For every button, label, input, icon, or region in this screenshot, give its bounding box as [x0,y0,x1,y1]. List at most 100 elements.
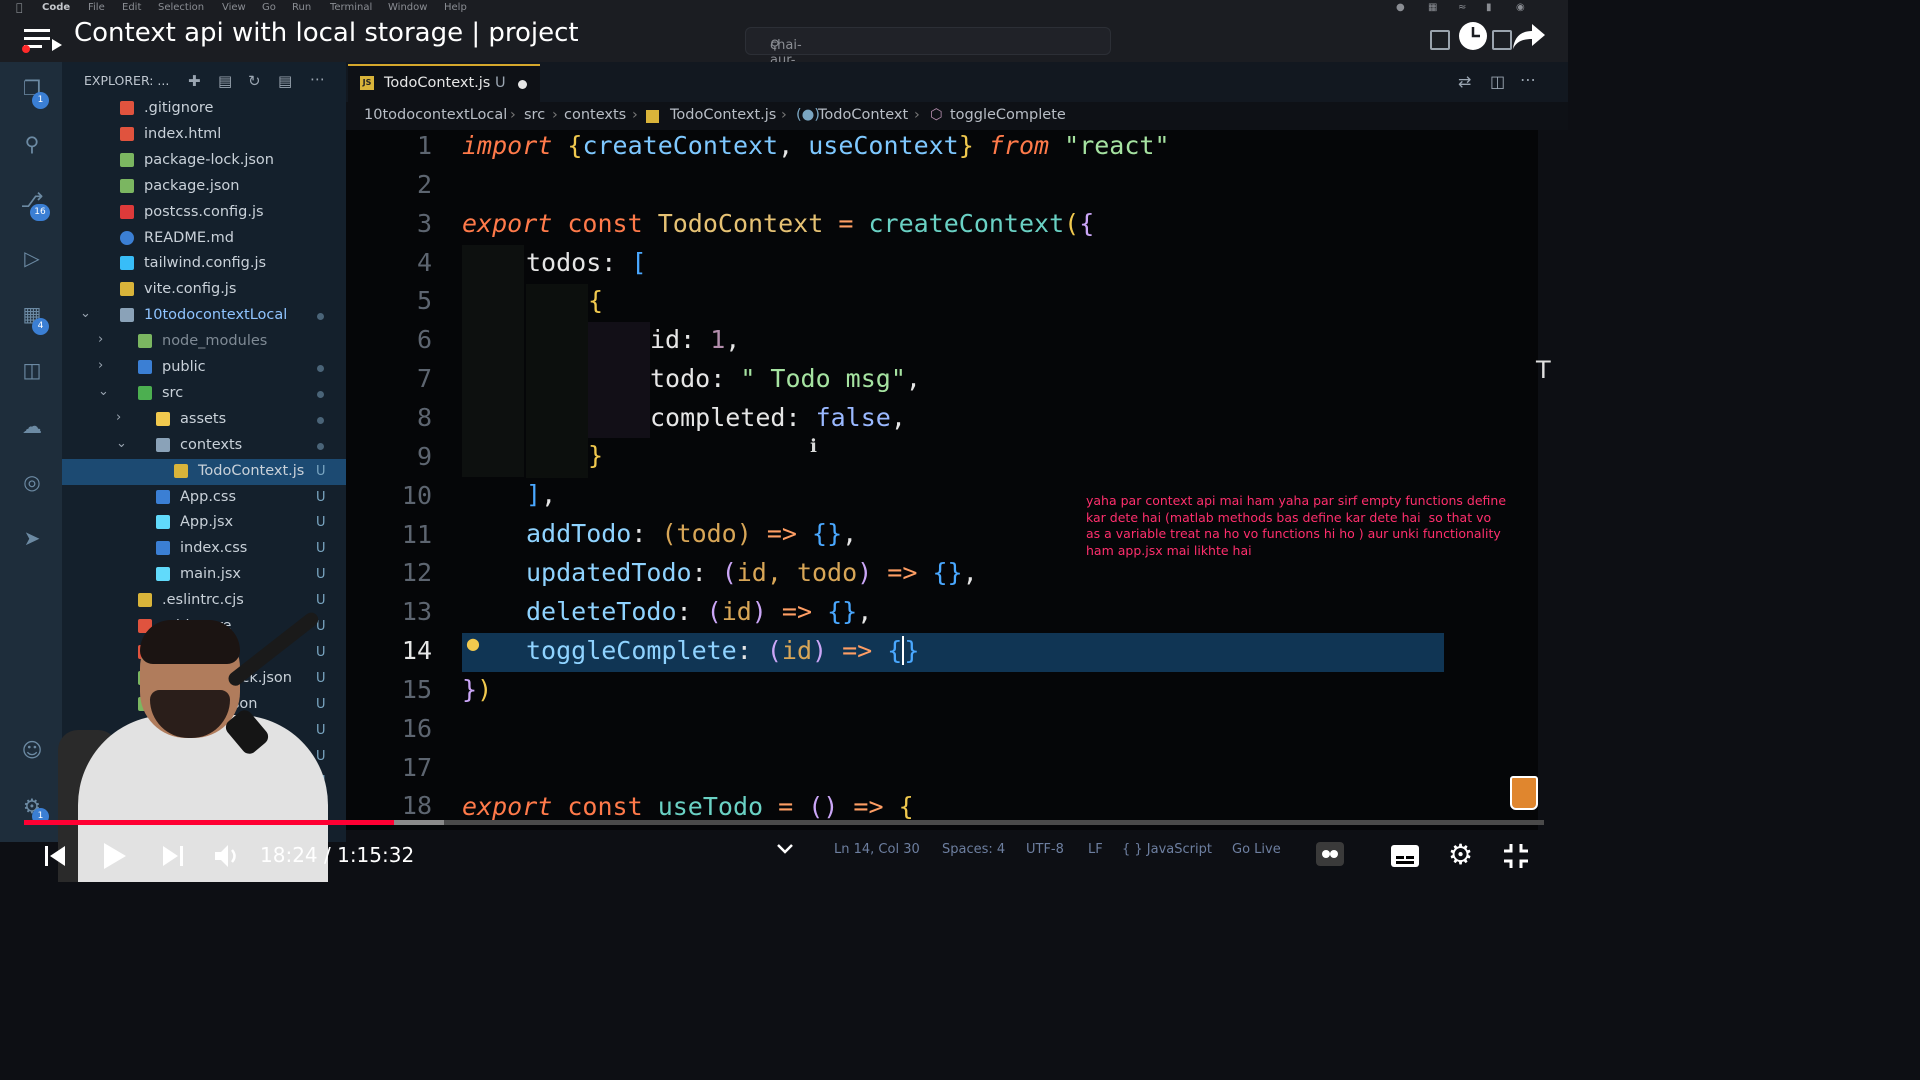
tree-item[interactable]: App.css U [62,485,346,511]
chevron-down-icon[interactable]: ⌄ [80,306,91,321]
copilot-icon[interactable] [1316,842,1344,866]
share-icon[interactable] [1512,22,1546,50]
chai-logo-icon [1510,776,1538,810]
tree-item[interactable]: .eslintrc.cjs U [62,588,346,614]
tree-item-label: package-lock.json [144,151,274,168]
tree-item-label: assets [180,410,227,427]
tree-item[interactable]: README.md [62,226,346,252]
menu-view[interactable]: View [222,2,246,13]
search-icon[interactable]: ⚲ [18,132,46,160]
menu-file[interactable]: File [88,2,105,13]
tree-item[interactable]: package-lock.json [62,148,346,174]
tree-item[interactable]: index.css U [62,536,346,562]
breadcrumb-method[interactable]: toggleComplete [950,107,1066,123]
lightbulb-icon[interactable]: ● [466,634,480,653]
unsaved-dot-icon[interactable] [518,80,527,89]
collapse-all-icon[interactable]: ▤ [278,72,292,90]
editor-more-icon[interactable]: ⋯ [1520,70,1536,89]
line-number: 1 [416,131,432,160]
breadcrumb-symbol[interactable]: TodoContext [818,107,908,123]
breadcrumb-file[interactable]: TodoContext.js [670,107,776,123]
chevron-right-icon[interactable]: › [98,358,103,373]
github-icon[interactable]: ◎ [18,470,46,498]
play-icon[interactable] [98,840,130,872]
menu-run[interactable]: Run [292,2,311,13]
menu-code[interactable]: Code [42,2,70,13]
css-icon [156,541,170,556]
menu-edit[interactable]: Edit [122,2,141,13]
tab-todocontext[interactable]: JS TodoContext.js U [348,64,540,104]
tree-item[interactable]: ⌄ 10todocontextLocal [62,303,346,329]
control-center-icon[interactable]: ◉ [1516,2,1525,13]
run-debug-icon[interactable]: ▷ [18,246,46,274]
breadcrumb-folder[interactable]: 10todocontextLocal [364,107,507,123]
code-line-3: export const TodoContext = createContext… [462,209,1095,238]
line-number: 10 [401,480,432,510]
chevron-right-icon[interactable]: › [116,410,121,425]
volume-icon[interactable] [212,841,242,871]
toggle-panel-icon[interactable] [1492,30,1512,50]
menu-selection[interactable]: Selection [158,2,204,13]
tree-item[interactable]: package.json [62,174,346,200]
tree-item[interactable]: › public [62,355,346,381]
settings-gear-icon[interactable]: ⚙ [1448,838,1473,871]
refresh-icon[interactable]: ↻ [248,72,261,90]
code-line-13: deleteTodo: (id) => {}, [526,597,873,626]
tree-item[interactable]: vite.config.js [62,277,346,303]
wifi-icon[interactable]: ≈ [1458,2,1466,13]
tree-item[interactable]: › assets [62,407,346,433]
tree-item[interactable]: index.html [62,122,346,148]
chevron-right-icon[interactable]: › [98,332,103,347]
annotation-note: yaha par context api mai ham yaha par si… [1086,493,1507,558]
new-folder-icon[interactable]: ▤ [218,72,232,90]
tree-item[interactable]: App.jsx U [62,510,346,536]
next-icon[interactable] [160,843,186,869]
docker-icon[interactable]: ☁ [18,414,46,442]
tree-item[interactable]: › node_modules [62,329,346,355]
more-actions-icon[interactable]: ⋯ [310,70,325,88]
chevron-down-icon[interactable]: ⌄ [98,384,109,399]
menu-help[interactable]: Help [444,2,467,13]
chevron-down-icon[interactable]: ⌄ [116,436,127,451]
split-editor-icon[interactable]: ◫ [1490,72,1505,91]
tree-item[interactable]: ⌄ contexts [62,433,346,459]
tree-item-label: src [162,384,184,401]
folder-icon [138,360,152,374]
command-center-search[interactable]: ⚲ chai-aur-react [745,27,1111,83]
line-number: 13 [401,597,432,627]
status-tray-icon[interactable]: ● [1396,2,1405,13]
video-title[interactable]: Context api with local storage | project [74,18,579,48]
watch-later-icon[interactable] [1458,21,1488,51]
battery-icon[interactable]: ▮ [1486,2,1492,13]
tree-item[interactable]: postcss.config.js [62,200,346,226]
text-cursor-icon: ℹ [810,436,817,457]
menu-window[interactable]: Window [388,2,427,13]
code-line-14: toggleComplete: (id) => {} [526,636,920,665]
compare-changes-icon[interactable]: ⇄ [1458,72,1471,91]
menu-go[interactable]: Go [262,2,276,13]
exit-fullscreen-icon[interactable] [1502,842,1530,870]
remote-explorer-icon[interactable]: ◫ [18,358,46,386]
breadcrumb-src[interactable]: src [524,107,545,123]
tree-item[interactable]: ⌄ src [62,381,346,407]
breadcrumb-contexts[interactable]: contexts [564,107,626,123]
code-line-9: } [588,441,604,470]
tree-item[interactable]: TodoContext.js U [62,458,346,485]
tray-grid-icon[interactable]: ▦ [1428,2,1437,13]
line-number: 2 [416,169,432,199]
new-file-icon[interactable]: ✚ [188,72,201,90]
tree-item[interactable]: main.jsx U [62,562,346,588]
accounts-icon[interactable]: ☺ [18,738,46,766]
live-share-icon[interactable]: ➤ [18,526,46,554]
chevron-down-icon[interactable] [776,842,794,856]
playlist-icon[interactable] [20,27,64,53]
toggle-sidebar-icon[interactable] [1430,30,1450,50]
code-line-18: export const useTodo = () => { [462,792,914,821]
apple-icon[interactable]:  [16,1,23,14]
subtitles-icon[interactable] [1390,844,1420,868]
tree-item[interactable]: .gitignore [62,96,346,122]
previous-icon[interactable] [42,843,68,869]
menu-terminal[interactable]: Terminal [330,2,372,13]
tree-item[interactable]: tailwind.config.js [62,251,346,277]
code-line-15: }) [462,675,493,704]
